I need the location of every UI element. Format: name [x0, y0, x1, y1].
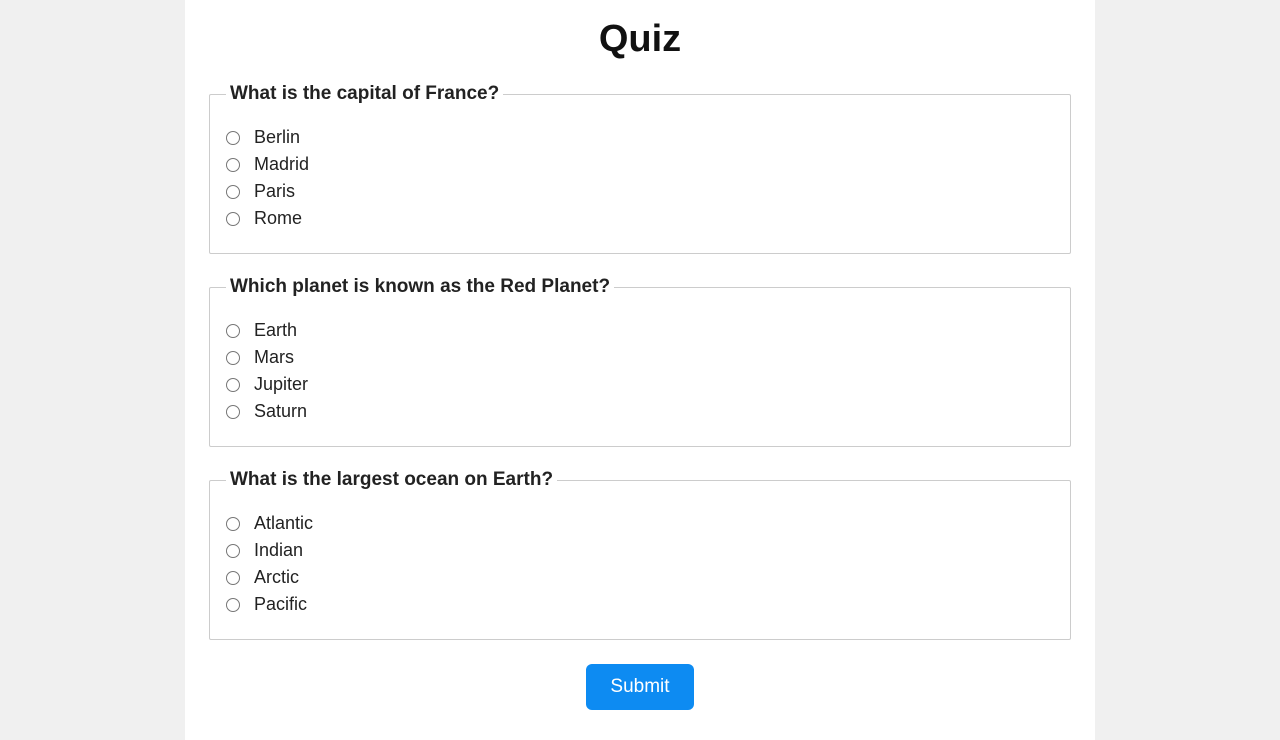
question-1-option-1[interactable]: Madrid	[226, 154, 1054, 175]
submit-button[interactable]: Submit	[586, 664, 693, 710]
question-1-option-0-label: Berlin	[254, 127, 300, 148]
question-3-option-2-label: Arctic	[254, 567, 299, 588]
question-3-option-3-label: Pacific	[254, 594, 307, 615]
question-1-option-3[interactable]: Rome	[226, 208, 1054, 229]
question-3-option-0[interactable]: Atlantic	[226, 513, 1054, 534]
question-2-radio-3[interactable]	[226, 405, 240, 419]
question-2-option-1-label: Mars	[254, 347, 294, 368]
question-2-option-0[interactable]: Earth	[226, 320, 1054, 341]
question-3-radio-0[interactable]	[226, 517, 240, 531]
question-2-text: Which planet is known as the Red Planet?	[226, 276, 614, 298]
question-2-option-0-label: Earth	[254, 320, 297, 341]
question-2-radio-0[interactable]	[226, 324, 240, 338]
question-3-option-3[interactable]: Pacific	[226, 594, 1054, 615]
question-2-option-2-label: Jupiter	[254, 374, 308, 395]
question-3-option-0-label: Atlantic	[254, 513, 313, 534]
question-3-radio-3[interactable]	[226, 598, 240, 612]
submit-wrap: Submit	[209, 664, 1071, 710]
question-1-radio-3[interactable]	[226, 212, 240, 226]
question-1: What is the capital of France? Berlin Ma…	[209, 83, 1071, 254]
question-1-option-0[interactable]: Berlin	[226, 127, 1054, 148]
question-1-radio-0[interactable]	[226, 131, 240, 145]
question-2: Which planet is known as the Red Planet?…	[209, 276, 1071, 447]
question-3-text: What is the largest ocean on Earth?	[226, 469, 557, 491]
question-2-option-1[interactable]: Mars	[226, 347, 1054, 368]
question-2-option-2[interactable]: Jupiter	[226, 374, 1054, 395]
question-1-option-2-label: Paris	[254, 181, 295, 202]
question-3-option-1[interactable]: Indian	[226, 540, 1054, 561]
page-title: Quiz	[209, 18, 1071, 61]
question-1-option-1-label: Madrid	[254, 154, 309, 175]
question-2-radio-2[interactable]	[226, 378, 240, 392]
question-2-option-3[interactable]: Saturn	[226, 401, 1054, 422]
question-3-option-2[interactable]: Arctic	[226, 567, 1054, 588]
question-3: What is the largest ocean on Earth? Atla…	[209, 469, 1071, 640]
quiz-card: Quiz What is the capital of France? Berl…	[185, 0, 1095, 740]
question-2-radio-1[interactable]	[226, 351, 240, 365]
question-1-option-2[interactable]: Paris	[226, 181, 1054, 202]
question-1-text: What is the capital of France?	[226, 83, 503, 105]
question-3-radio-2[interactable]	[226, 571, 240, 585]
question-1-radio-2[interactable]	[226, 185, 240, 199]
question-2-option-3-label: Saturn	[254, 401, 307, 422]
question-1-option-3-label: Rome	[254, 208, 302, 229]
question-3-option-1-label: Indian	[254, 540, 303, 561]
question-1-radio-1[interactable]	[226, 158, 240, 172]
question-3-radio-1[interactable]	[226, 544, 240, 558]
